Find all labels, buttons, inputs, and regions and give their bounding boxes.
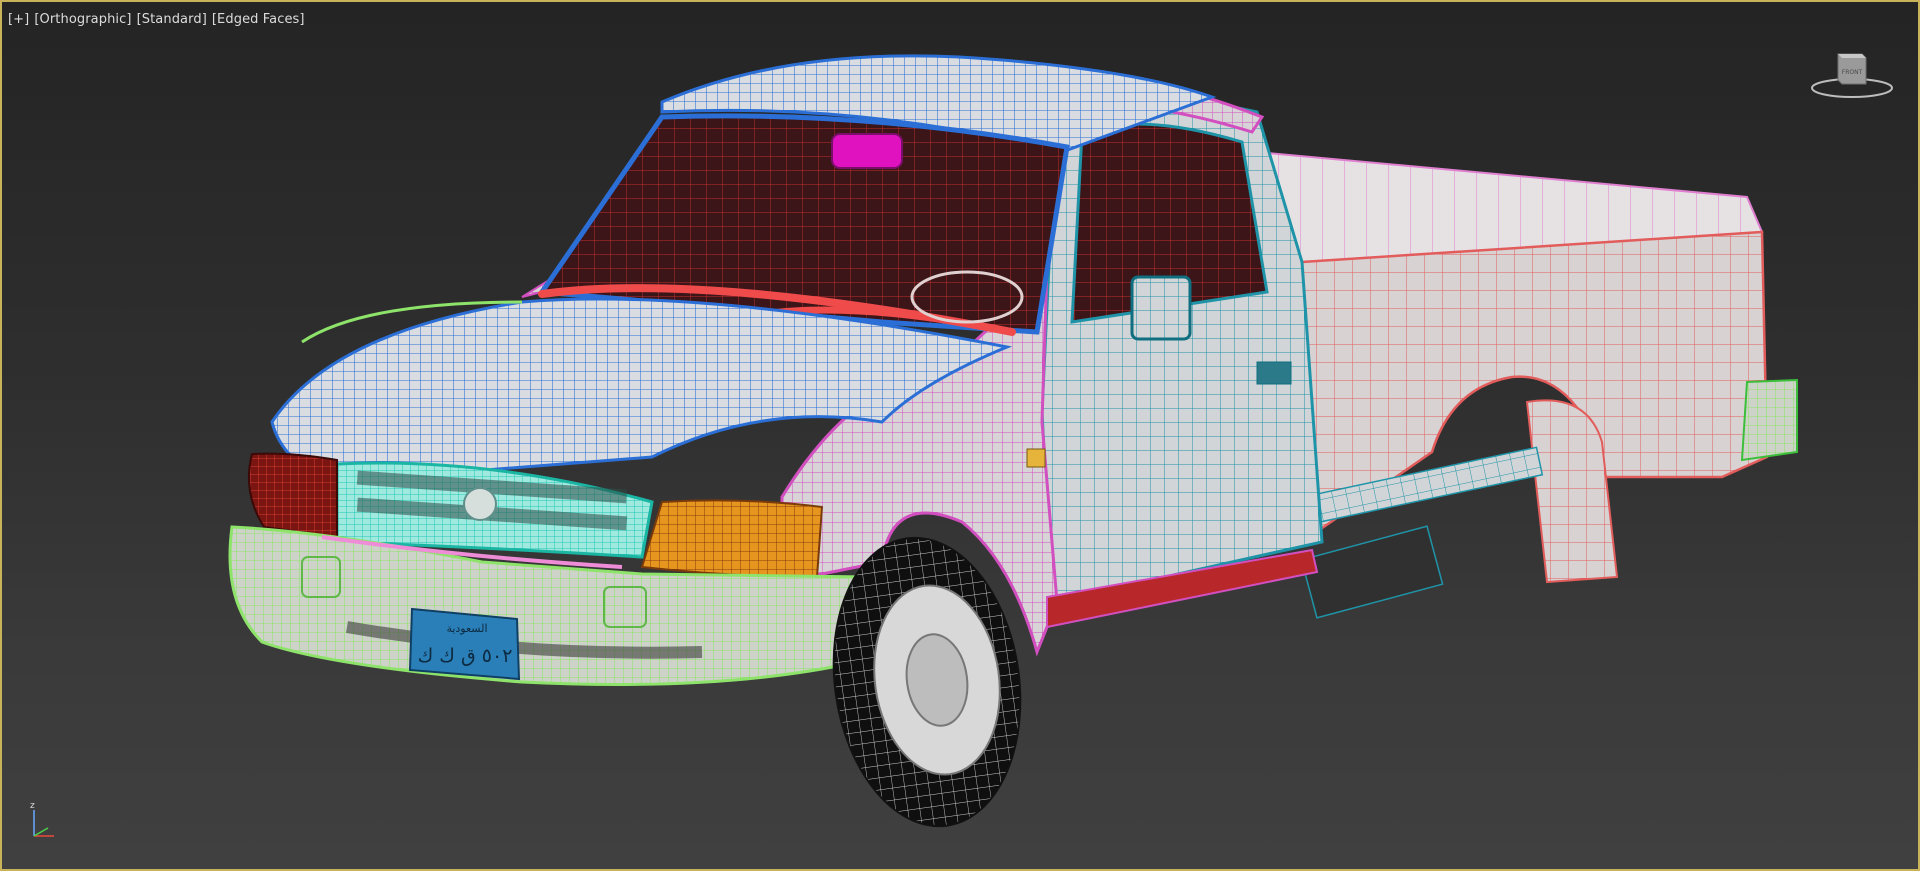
viewport-label-menu: [+] [Orthographic] [Standard] [Edged Faces] — [8, 12, 310, 27]
viewport-shading-menu[interactable]: [Standard] — [137, 12, 207, 27]
viewport-plus-menu[interactable]: [+] — [8, 12, 29, 27]
pickup-truck-model[interactable]: السعودية ٥٠٢ ق ك ك — [2, 2, 1918, 869]
svg-text:السعودية: السعودية — [446, 622, 487, 635]
license-plate: السعودية ٥٠٢ ق ك ك — [408, 607, 521, 681]
side-marker-light — [1026, 448, 1046, 468]
axis-tripod-icon: z — [28, 800, 68, 842]
viewport-display-menu[interactable]: [Edged Faces] — [212, 12, 305, 27]
3d-viewport[interactable]: [+] [Orthographic] [Standard] [Edged Faces] — [0, 0, 1920, 871]
headlight-left — [640, 499, 824, 579]
headlight-right — [247, 452, 338, 539]
svg-text:٥٠٢ ق ك ك: ٥٠٢ ق ك ك — [418, 645, 513, 667]
truck-bed[interactable] — [1255, 150, 1798, 545]
viewcube-face-label: FRONT — [1842, 69, 1863, 76]
viewcube[interactable]: FRONT — [1808, 46, 1896, 102]
svg-text:z: z — [30, 801, 35, 811]
viewport-projection-menu[interactable]: [Orthographic] — [34, 12, 131, 27]
